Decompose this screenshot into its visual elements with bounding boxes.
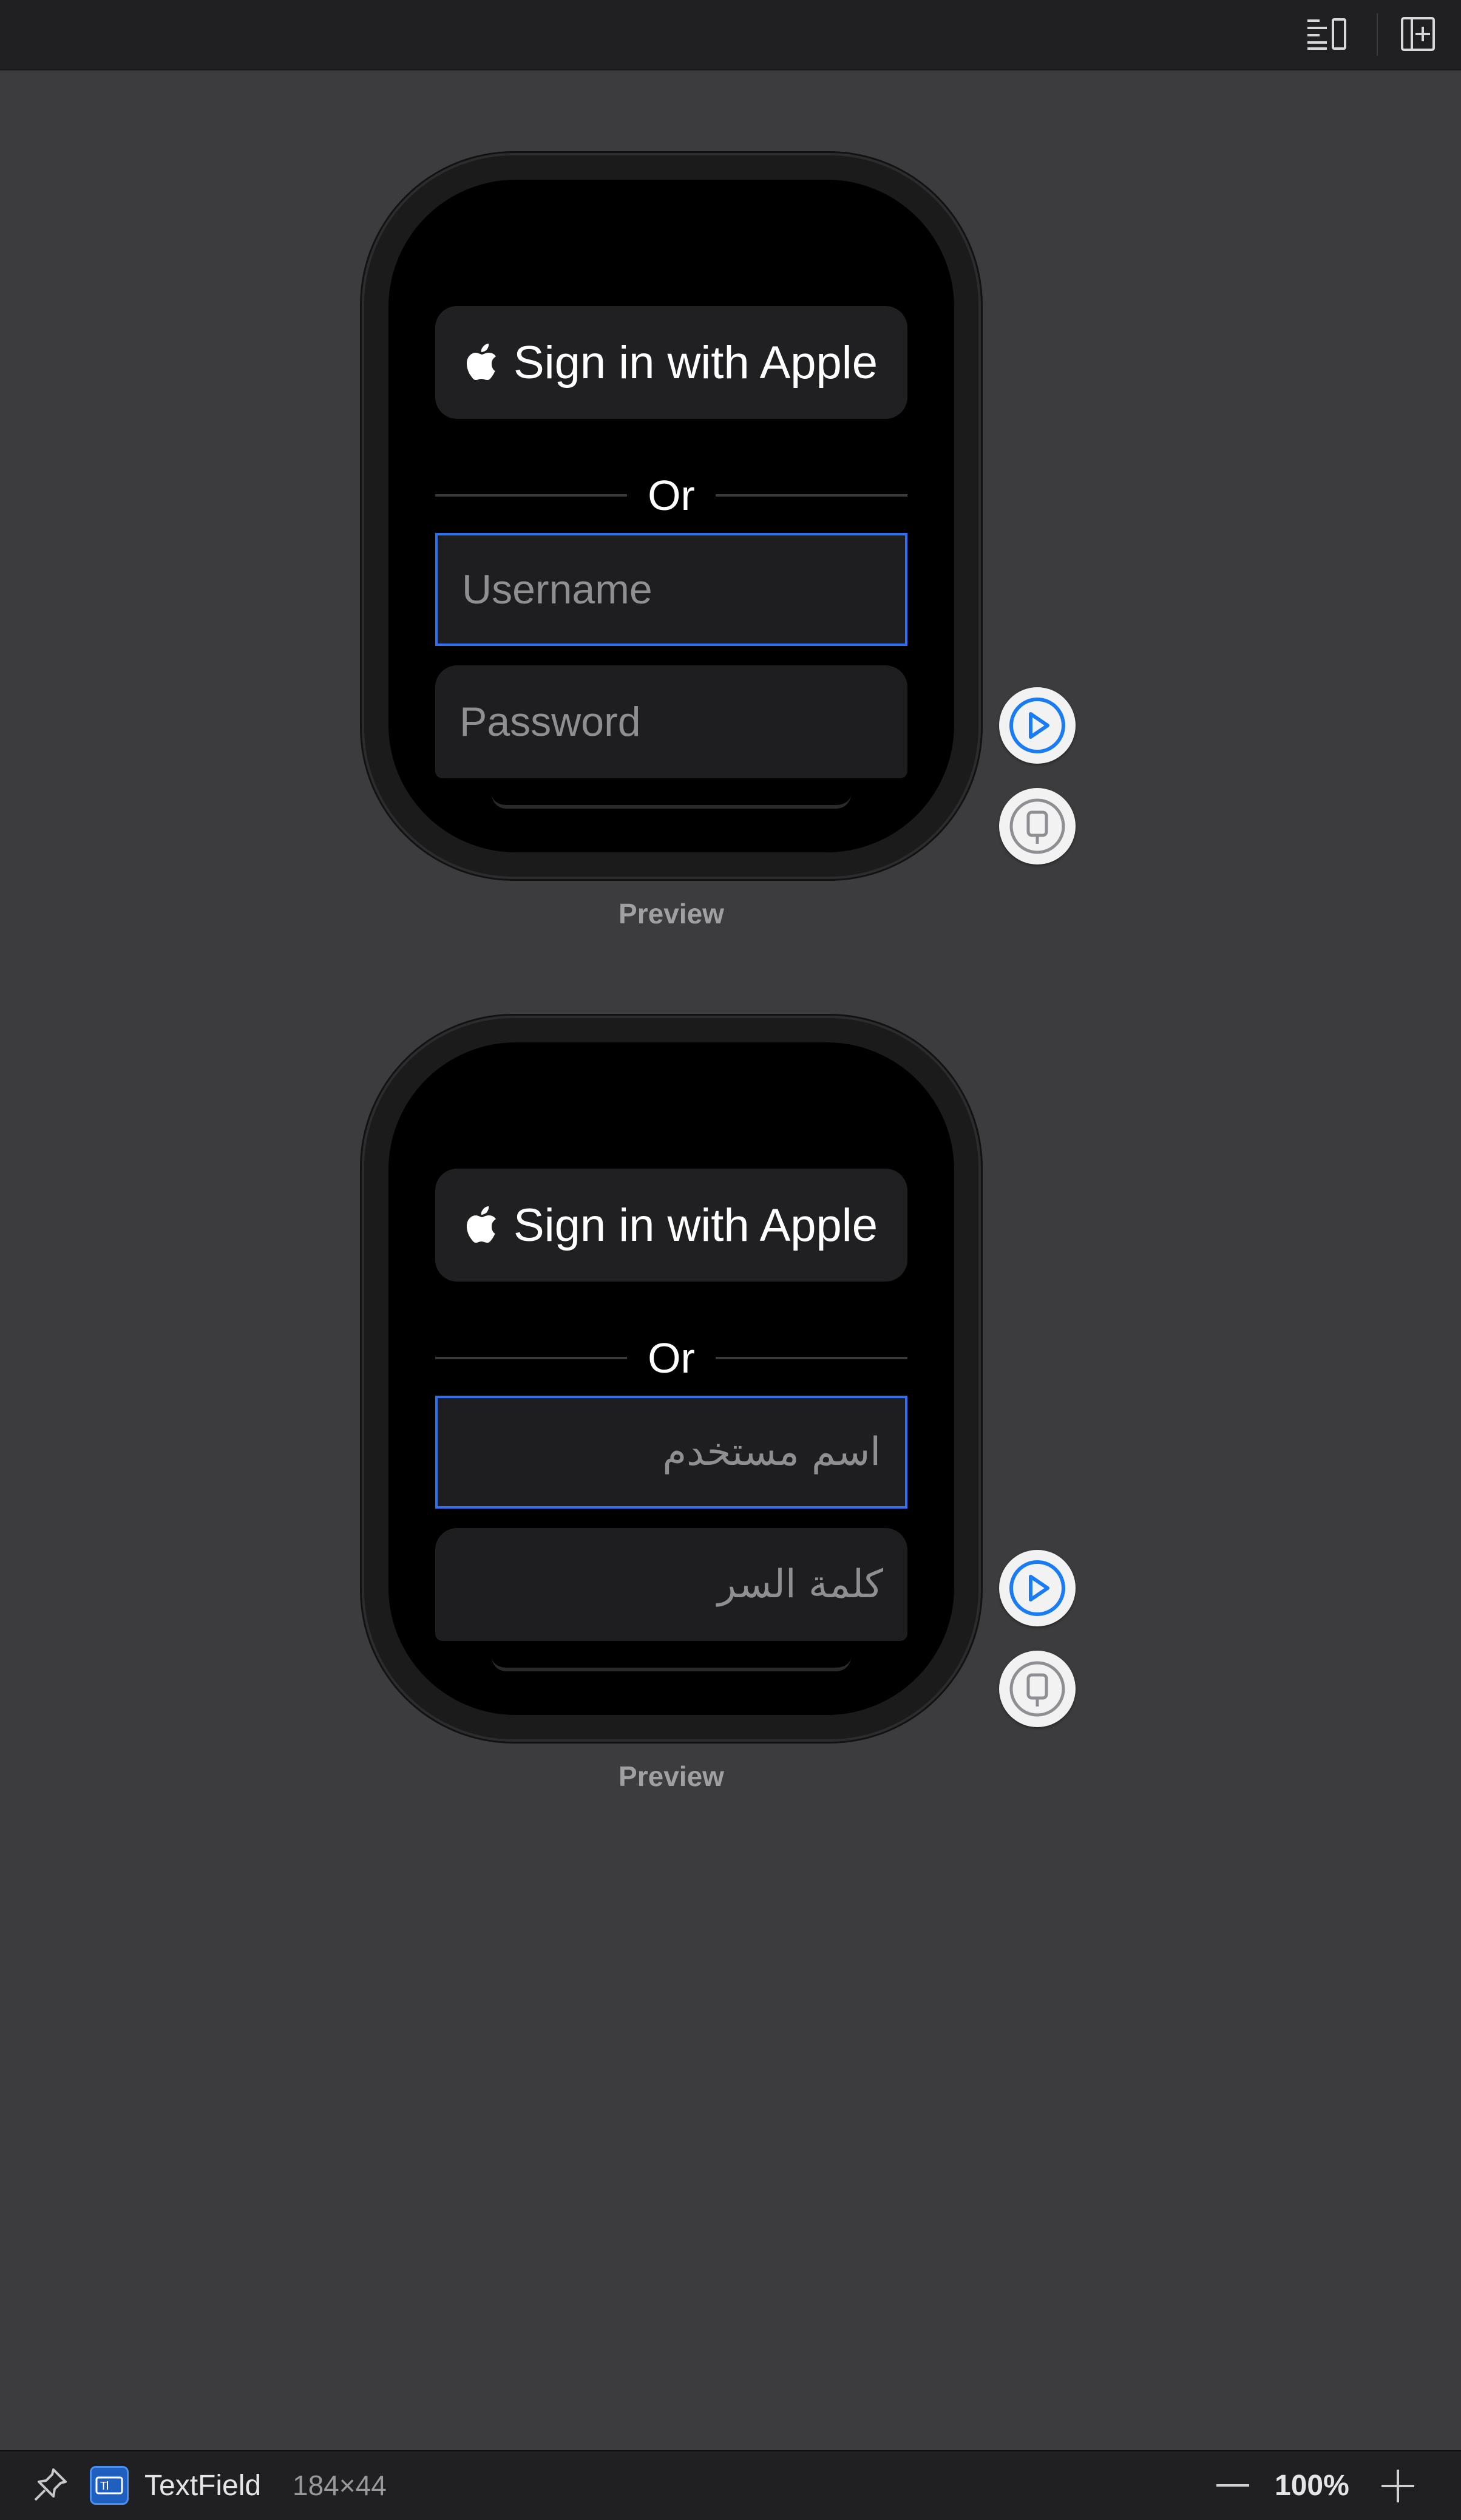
- apple-logo-icon: [467, 1206, 497, 1243]
- username-placeholder: اسم مستخدم: [662, 1430, 881, 1475]
- scroll-edge: [492, 1657, 851, 1671]
- preview-on-device-button[interactable]: [999, 1651, 1076, 1727]
- watch-screen: Sign in with Apple Or اسم مستخدم كلمة ال…: [388, 1042, 954, 1715]
- live-preview-button[interactable]: [999, 687, 1076, 764]
- pin-icon[interactable]: [30, 2465, 70, 2505]
- watch-frame: Sign in with Apple Or Username Password: [362, 153, 981, 879]
- play-icon: [1009, 1560, 1065, 1616]
- username-placeholder: Username: [462, 566, 653, 613]
- svg-text:T: T: [100, 2480, 107, 2492]
- selected-element-size: 184×44: [293, 2470, 387, 2501]
- password-placeholder: كلمة السر: [717, 1562, 883, 1607]
- zoom-out-icon[interactable]: [1213, 2467, 1253, 2504]
- apple-button-label: Sign in with Apple: [514, 336, 878, 389]
- textfield-icon: T: [90, 2466, 129, 2505]
- divider-line: [716, 494, 907, 497]
- play-icon: [1009, 698, 1065, 753]
- watch-screen: Sign in with Apple Or Username Password: [388, 180, 954, 852]
- or-separator: Or: [435, 465, 907, 526]
- username-field[interactable]: اسم مستخدم: [435, 1396, 907, 1509]
- preview-canvas-1: Sign in with Apple Or Username Password: [0, 0, 1461, 929]
- scroll-edge: [492, 794, 851, 809]
- preview-label: Preview: [619, 1761, 724, 1792]
- apple-button-label: Sign in with Apple: [514, 1199, 878, 1251]
- sign-in-with-apple-button[interactable]: Sign in with Apple: [435, 1169, 907, 1282]
- password-placeholder: Password: [459, 699, 641, 745]
- or-separator: Or: [435, 1328, 907, 1388]
- username-field[interactable]: Username: [435, 533, 907, 646]
- preview-canvas-2: Sign in with Apple Or اسم مستخدم كلمة ال…: [0, 863, 1461, 1792]
- device-icon: [1009, 798, 1065, 854]
- device-icon: [1009, 1661, 1065, 1717]
- live-preview-button[interactable]: [999, 1550, 1076, 1626]
- zoom-in-icon[interactable]: [1378, 2466, 1418, 2506]
- zoom-level[interactable]: 100%: [1275, 2451, 1349, 2520]
- password-field[interactable]: Password: [435, 665, 907, 778]
- watch-frame: Sign in with Apple Or اسم مستخدم كلمة ال…: [362, 1016, 981, 1742]
- divider-line: [716, 1357, 907, 1359]
- selected-element-type: TextField: [144, 2470, 262, 2502]
- apple-logo-icon: [467, 344, 497, 380]
- bottom-status-bar: T TextField 184×44 100%: [0, 2450, 1461, 2520]
- preview-on-device-button[interactable]: [999, 788, 1076, 864]
- password-field[interactable]: كلمة السر: [435, 1528, 907, 1641]
- sign-in-with-apple-button[interactable]: Sign in with Apple: [435, 306, 907, 419]
